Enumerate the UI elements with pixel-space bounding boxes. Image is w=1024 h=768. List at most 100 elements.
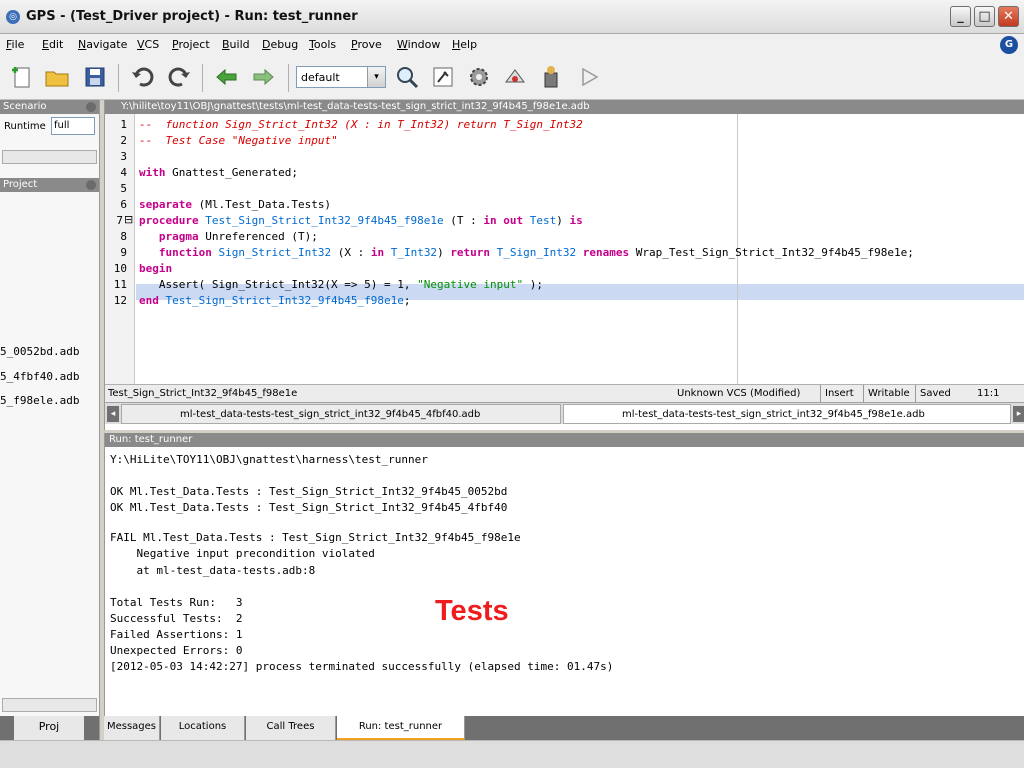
build-icon[interactable] bbox=[430, 64, 456, 90]
chevron-left-icon[interactable]: ◂ bbox=[107, 406, 119, 422]
status-saved: Saved bbox=[915, 385, 951, 403]
menu-help[interactable]: Help bbox=[452, 38, 477, 51]
editor-pane[interactable]: Y:\hilite\toy11\OBJ\gnattest\tests\ml-te… bbox=[104, 100, 1024, 430]
menu-debug[interactable]: Debug bbox=[262, 38, 298, 51]
tab-call-trees[interactable]: Call Trees bbox=[246, 716, 336, 740]
code-line: begin bbox=[139, 262, 173, 275]
menu-build[interactable]: Build bbox=[222, 38, 250, 51]
redo-icon[interactable] bbox=[166, 64, 192, 90]
scenario-scrollbar[interactable] bbox=[2, 150, 97, 164]
chevron-down-icon[interactable]: ▾ bbox=[367, 67, 385, 87]
code-line: -- function Sign_Strict_Int32 (X : in T_… bbox=[139, 118, 583, 131]
line-number-gutter: 1 2 3 4 5 6 7 ⊟ 8 9 10 11 12 bbox=[105, 114, 135, 384]
editor-status-bar: Test_Sign_Strict_Int32_9f4b45_f98e1e Unk… bbox=[105, 384, 1024, 403]
runtime-field[interactable]: full bbox=[51, 117, 95, 135]
list-item[interactable]: 5_f98ele.adb bbox=[0, 394, 79, 407]
menu-window[interactable]: Window bbox=[397, 38, 440, 51]
code-line: separate (Ml.Test_Data.Tests) bbox=[139, 198, 332, 211]
status-entity-name: Test_Sign_Strict_Int32_9f4b45_f98e1e bbox=[108, 388, 298, 399]
status-insert-mode[interactable]: Insert bbox=[820, 385, 854, 403]
output-line: OK Ml.Test_Data.Tests : Test_Sign_Strict… bbox=[110, 485, 508, 498]
chevron-right-icon[interactable]: ▸ bbox=[1013, 406, 1024, 422]
run-output-pane[interactable]: Run: test_runner Y:\HiLite\TOY11\OBJ\gna… bbox=[104, 433, 1024, 716]
back-arrow-icon[interactable] bbox=[214, 64, 240, 90]
menu-project[interactable]: Project bbox=[172, 38, 210, 51]
window-title: GPS - (Test_Driver project) - Run: test_… bbox=[26, 9, 358, 24]
menu-navigate[interactable]: Navigate bbox=[78, 38, 127, 51]
project-header: Project bbox=[0, 178, 99, 192]
menu-bar: File Edit Navigate VCS Project Build Deb… bbox=[0, 34, 1024, 56]
close-button[interactable]: ✕ bbox=[998, 6, 1019, 27]
minimize-button[interactable]: _ bbox=[950, 6, 971, 27]
code-line: end Test_Sign_Strict_Int32_9f4b45_f98e1e… bbox=[139, 294, 411, 307]
menu-edit[interactable]: Edit bbox=[42, 38, 63, 51]
save-icon[interactable] bbox=[82, 64, 108, 90]
run-pane-title: Run: test_runner bbox=[105, 433, 1024, 447]
code-line: function Sign_Strict_Int32 (X : in T_Int… bbox=[158, 246, 914, 259]
gps-icon: ◎ bbox=[6, 10, 20, 24]
tab-run-test-runner[interactable]: Run: test_runner bbox=[337, 716, 465, 740]
output-line: Total Tests Run: 3 bbox=[110, 596, 243, 609]
output-line: [2012-05-03 14:42:27] process terminated… bbox=[110, 660, 614, 673]
line-number: 5 bbox=[120, 182, 127, 195]
line-number: 12 bbox=[113, 294, 127, 307]
build-mode-value: default bbox=[301, 71, 340, 84]
output-line: Negative input precondition violated bbox=[110, 547, 375, 560]
left-tab-strip: Proj bbox=[0, 716, 99, 740]
menu-file[interactable]: File bbox=[6, 38, 24, 51]
toolbar-separator bbox=[288, 64, 289, 92]
code-line: procedure Test_Sign_Strict_Int32_9f4b45_… bbox=[139, 214, 583, 227]
status-cursor-position: 11:1 bbox=[977, 388, 1000, 399]
toolbar-separator bbox=[118, 64, 119, 92]
close-icon[interactable] bbox=[86, 180, 96, 190]
output-line: at ml-test_data-tests.adb:8 bbox=[110, 564, 316, 577]
forward-arrow-icon[interactable] bbox=[250, 64, 276, 90]
undo-icon[interactable] bbox=[130, 64, 156, 90]
line-number: 10 bbox=[113, 262, 127, 275]
status-vcs[interactable]: Unknown VCS (Modified) bbox=[677, 385, 800, 403]
new-file-icon[interactable] bbox=[8, 64, 34, 90]
code-line: with Gnattest_Generated; bbox=[139, 166, 298, 179]
tests-overlay-label: Tests bbox=[435, 595, 509, 627]
tab-messages[interactable]: Messages bbox=[104, 716, 160, 740]
output-line: Successful Tests: 2 bbox=[110, 612, 243, 625]
scenario-header: Scenario bbox=[0, 100, 99, 114]
compile-icon[interactable] bbox=[502, 64, 528, 90]
menu-vcs[interactable]: VCS bbox=[137, 38, 159, 51]
list-item[interactable]: 5_4fbf40.adb bbox=[0, 370, 79, 383]
line-number: 3 bbox=[120, 150, 127, 163]
fold-marker-icon[interactable]: ⊟ bbox=[124, 213, 133, 226]
open-folder-icon[interactable] bbox=[44, 64, 70, 90]
build-mode-combo[interactable]: default ▾ bbox=[296, 66, 386, 88]
menu-tools[interactable]: Tools bbox=[309, 38, 336, 51]
status-writable[interactable]: Writable bbox=[863, 385, 910, 403]
editor-tab-strip: ◂ ml-test_data-tests-test_sign_strict_in… bbox=[105, 402, 1024, 424]
output-line: OK Ml.Test_Data.Tests : Test_Sign_Strict… bbox=[110, 501, 508, 514]
tab-project[interactable]: Proj bbox=[14, 716, 84, 740]
tab-file-f98e1e[interactable]: ml-test_data-tests-test_sign_strict_int3… bbox=[563, 404, 1011, 424]
bottom-tab-strip: Messages Locations Call Trees Run: test_… bbox=[104, 716, 1024, 740]
search-icon[interactable] bbox=[394, 64, 420, 90]
output-line: Unexpected Errors: 0 bbox=[110, 644, 243, 657]
output-line: FAIL Ml.Test_Data.Tests : Test_Sign_Stri… bbox=[110, 531, 521, 544]
gear-icon[interactable] bbox=[466, 64, 492, 90]
code-line: Assert( Sign_Strict_Int32(X => 5) = 1, "… bbox=[139, 278, 543, 291]
close-icon[interactable] bbox=[86, 102, 96, 112]
editor-path: Y:\hilite\toy11\OBJ\gnattest\tests\ml-te… bbox=[105, 100, 1024, 114]
tab-locations[interactable]: Locations bbox=[161, 716, 245, 740]
line-number: 6 bbox=[120, 198, 127, 211]
run-icon[interactable] bbox=[576, 64, 602, 90]
list-item[interactable]: 5_0052bd.adb bbox=[0, 345, 79, 358]
tab-file-4fbf40[interactable]: ml-test_data-tests-test_sign_strict_int3… bbox=[121, 404, 561, 424]
title-bar: ◎ GPS - (Test_Driver project) - Run: tes… bbox=[0, 0, 1024, 34]
toolbar-separator bbox=[202, 64, 203, 92]
line-number: 4 bbox=[120, 166, 127, 179]
runtime-label: Runtime bbox=[4, 121, 46, 132]
maximize-button[interactable]: □ bbox=[974, 6, 995, 27]
clean-icon[interactable] bbox=[538, 64, 564, 90]
menu-prove[interactable]: Prove bbox=[351, 38, 382, 51]
line-number: 7 bbox=[116, 214, 123, 227]
gps-badge-icon[interactable]: G bbox=[1000, 36, 1018, 54]
project-scrollbar[interactable] bbox=[2, 698, 97, 712]
line-number: 9 bbox=[120, 246, 127, 259]
